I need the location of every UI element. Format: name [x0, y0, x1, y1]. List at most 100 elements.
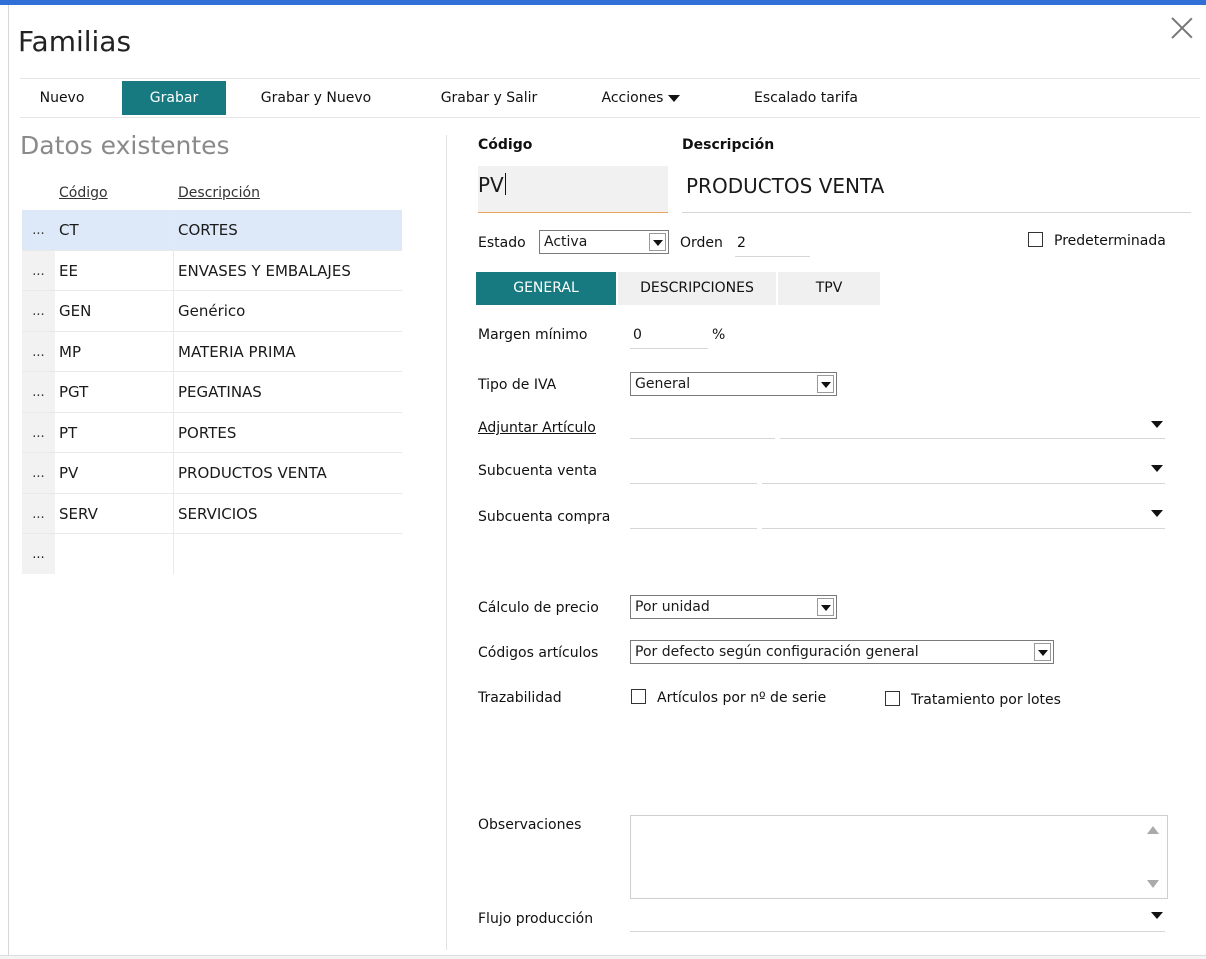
codigos-articulos-select[interactable]: Por defecto según configuración general: [630, 640, 1054, 664]
serie-checkbox[interactable]: [631, 689, 646, 704]
row-dots[interactable]: ...: [22, 291, 55, 331]
cell-divider: [173, 493, 174, 533]
header-descripcion[interactable]: Descripción: [178, 185, 260, 201]
header-codigo[interactable]: Código: [59, 185, 108, 201]
row-code: PGT: [59, 383, 89, 401]
escalado-tarifa-button[interactable]: Escalado tarifa: [736, 81, 876, 115]
close-icon[interactable]: [1170, 16, 1194, 40]
row-dots[interactable]: ...: [22, 372, 55, 412]
row-dots[interactable]: ...: [22, 534, 55, 574]
grid-header: Código Descripción: [22, 170, 402, 210]
iva-select[interactable]: General: [630, 372, 837, 396]
tab-tpv[interactable]: TPV: [778, 272, 880, 305]
row-desc: CORTES: [178, 221, 238, 239]
row-dots[interactable]: ...: [22, 250, 55, 290]
iva-value: General: [635, 376, 691, 392]
table-row[interactable]: ... PT PORTES: [22, 412, 402, 453]
table-row[interactable]: ... MP MATERIA PRIMA: [22, 331, 402, 372]
dropdown-arrow-icon[interactable]: [1151, 510, 1163, 517]
existing-data-title: Datos existentes: [20, 131, 230, 160]
cell-divider: [173, 291, 174, 331]
table-row[interactable]: ... PGT PEGATINAS: [22, 372, 402, 413]
codigos-articulos-value: Por defecto según configuración general: [635, 644, 919, 660]
adjuntar-code-field[interactable]: [630, 438, 775, 439]
new-row[interactable]: ...: [22, 534, 402, 574]
row-desc: PORTES: [178, 423, 237, 442]
text-cursor: [504, 173, 506, 195]
dropdown-arrow-icon: [649, 233, 666, 251]
row-desc: Genérico: [178, 302, 246, 320]
table-row[interactable]: ... PV PRODUCTOS VENTA: [22, 453, 402, 494]
serie-label: Artículos por nº de serie: [657, 690, 827, 706]
grabar-y-nuevo-button[interactable]: Grabar y Nuevo: [246, 81, 386, 115]
subcuenta-compra-label: Subcuenta compra: [478, 509, 611, 525]
row-dots[interactable]: ...: [22, 331, 55, 371]
background-strip: [0, 955, 1206, 959]
dropdown-arrow-icon[interactable]: [1151, 421, 1163, 428]
tab-general[interactable]: GENERAL: [476, 272, 616, 305]
calculo-precio-select[interactable]: Por unidad: [630, 595, 837, 619]
dropdown-arrow-icon[interactable]: [1151, 912, 1163, 919]
subcuenta-venta-desc-field[interactable]: [762, 483, 1165, 484]
scroll-up-icon[interactable]: [1147, 826, 1159, 834]
observaciones-textarea[interactable]: [630, 815, 1168, 899]
calculo-precio-label: Cálculo de precio: [478, 600, 599, 616]
row-desc: SERVICIOS: [178, 504, 258, 523]
subcuenta-compra-desc-field[interactable]: [762, 528, 1165, 529]
codigo-text: PV: [478, 173, 504, 197]
orden-field[interactable]: [735, 256, 810, 257]
dialog-title: Familias: [18, 25, 132, 58]
caret-down-icon: [668, 94, 681, 102]
row-code: PV: [59, 464, 79, 482]
predeterminada-checkbox[interactable]: [1028, 232, 1043, 247]
table-row[interactable]: ... GEN Genérico: [22, 291, 402, 332]
grabar-y-salir-button[interactable]: Grabar y Salir: [424, 81, 554, 115]
subcuenta-compra-code-field[interactable]: [630, 528, 757, 529]
panel-divider: [446, 135, 447, 950]
row-desc: ENVASES Y EMBALAJES: [178, 261, 351, 280]
row-code: GEN: [59, 302, 92, 320]
scroll-down-icon[interactable]: [1147, 880, 1159, 888]
table-row[interactable]: ... EE ENVASES Y EMBALAJES: [22, 250, 402, 291]
orden-label: Orden: [680, 235, 723, 251]
row-desc: PRODUCTOS VENTA: [178, 464, 327, 482]
dropdown-arrow-icon: [817, 598, 834, 616]
row-dots[interactable]: ...: [22, 493, 55, 533]
codigo-value: PV: [478, 173, 506, 197]
row-dots[interactable]: ...: [22, 453, 55, 493]
descripcion-label: Descripción: [682, 137, 775, 153]
margen-field[interactable]: [630, 348, 708, 349]
row-code: SERV: [59, 504, 98, 523]
row-desc: MATERIA PRIMA: [178, 342, 296, 361]
flujo-produccion-field[interactable]: [630, 931, 1165, 932]
table-row[interactable]: ... SERV SERVICIOS: [22, 493, 402, 534]
row-code: EE: [59, 261, 78, 280]
row-code: PT: [59, 423, 78, 442]
dropdown-arrow-icon[interactable]: [1151, 465, 1163, 472]
cell-divider: [173, 210, 174, 250]
flujo-produccion-label: Flujo producción: [478, 911, 594, 927]
observaciones-label: Observaciones: [478, 817, 582, 833]
margen-label: Margen mínimo: [478, 327, 588, 343]
predeterminada-label: Predeterminada: [1054, 233, 1166, 249]
estado-select[interactable]: Activa: [539, 230, 669, 254]
codigo-field[interactable]: [478, 166, 668, 213]
table-row[interactable]: ... CT CORTES: [22, 210, 402, 251]
tab-descripciones[interactable]: DESCRIPCIONES: [618, 272, 776, 305]
grabar-button[interactable]: Grabar: [122, 81, 226, 115]
cell-divider: [173, 331, 174, 371]
cell-divider: [173, 250, 174, 290]
estado-value: Activa: [544, 234, 588, 250]
descripcion-field[interactable]: [682, 212, 1191, 213]
row-dots[interactable]: ...: [22, 210, 55, 250]
subcuenta-venta-code-field[interactable]: [630, 483, 757, 484]
adjuntar-desc-field[interactable]: [780, 438, 1165, 439]
nuevo-button[interactable]: Nuevo: [20, 81, 104, 115]
row-code: MP: [59, 342, 81, 361]
row-dots[interactable]: ...: [22, 412, 55, 452]
acciones-label: Acciones: [601, 90, 664, 106]
acciones-menu[interactable]: Acciones: [586, 81, 696, 115]
codigo-label: Código: [478, 137, 533, 153]
adjuntar-articulo-link[interactable]: Adjuntar Artículo: [478, 420, 596, 436]
lotes-checkbox[interactable]: [885, 691, 900, 706]
